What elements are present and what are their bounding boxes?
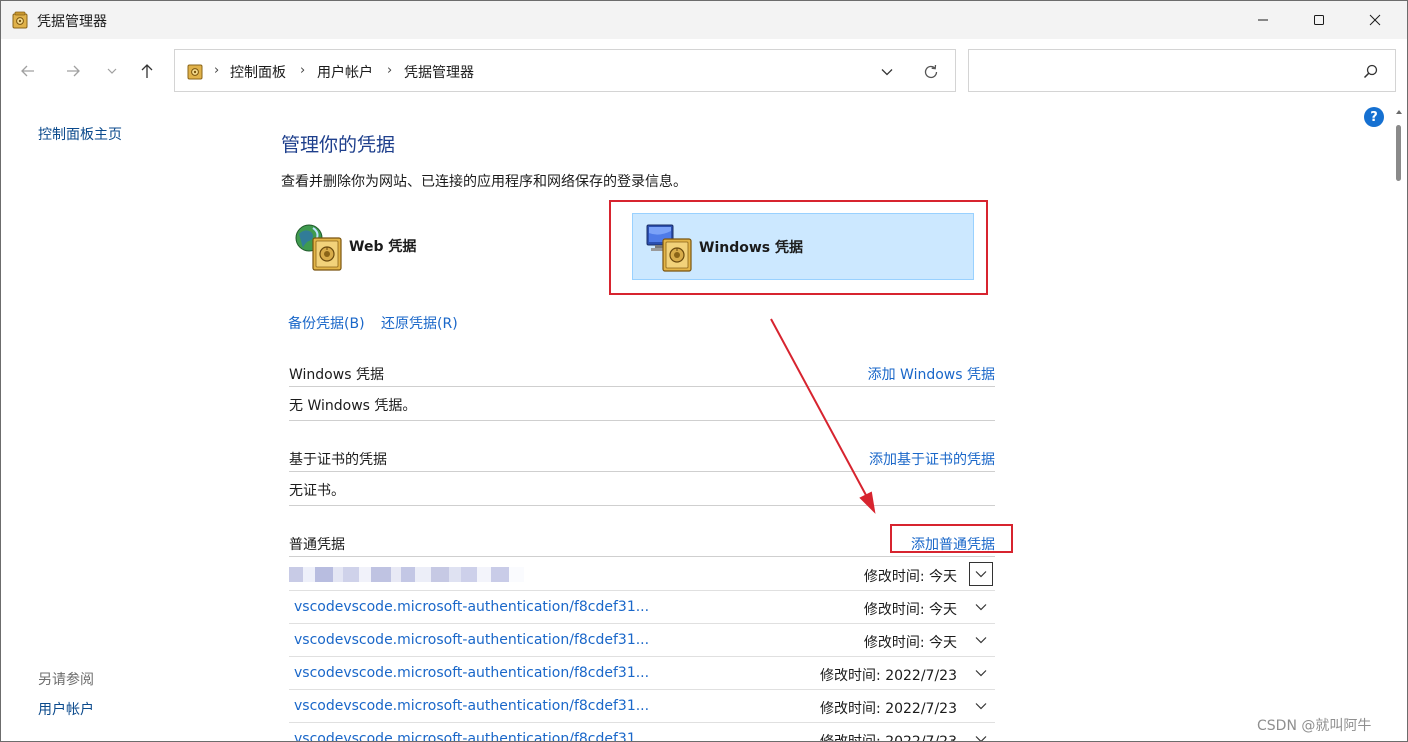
expand-credential-button[interactable]	[969, 661, 993, 685]
scroll-up-icon[interactable]	[1394, 107, 1404, 117]
credential-name[interactable]: vscodevscode.microsoft-authentication/f8…	[294, 599, 649, 615]
chevron-down-icon	[975, 703, 987, 710]
arrow-left-icon	[21, 65, 34, 77]
maximize-button[interactable]	[1296, 1, 1342, 39]
credential-row[interactable]: vscodevscode.microsoft-authentication/f8…	[289, 657, 995, 690]
back-button[interactable]	[14, 57, 42, 85]
navigation-bar: › 控制面板 › 用户帐户 › 凭据管理器	[1, 39, 1407, 103]
expand-credential-button[interactable]	[969, 694, 993, 718]
credential-row[interactable]: vscodevscode.microsoft-authentication/f8…	[289, 591, 995, 624]
chevron-down-icon	[975, 736, 987, 741]
window-title: 凭据管理器	[37, 14, 107, 30]
address-history-button[interactable]	[875, 60, 899, 84]
close-button[interactable]	[1352, 1, 1398, 39]
search-box[interactable]	[968, 49, 1396, 92]
control-panel-icon	[187, 64, 203, 80]
credential-modified-date: 修改时间: 今天	[863, 635, 957, 651]
credential-modified-date: 修改时间: 2022/7/23	[820, 668, 957, 684]
up-button[interactable]	[133, 57, 161, 85]
minimize-icon	[1258, 19, 1268, 21]
expand-credential-button[interactable]	[969, 727, 993, 741]
address-bar[interactable]: › 控制面板 › 用户帐户 › 凭据管理器	[174, 49, 956, 92]
chevron-down-icon	[107, 68, 117, 74]
expand-credential-button[interactable]	[969, 628, 993, 652]
generic-credentials-section-header: 普通凭据 添加普通凭据	[289, 527, 995, 557]
windows-credentials-section-header: Windows 凭据 添加 Windows 凭据	[289, 357, 995, 387]
windows-credentials-section-title: Windows 凭据	[289, 367, 384, 383]
arrow-right-icon	[67, 65, 80, 77]
title-bar: 凭据管理器	[1, 1, 1407, 39]
breadcrumb-control-panel[interactable]: 控制面板	[230, 62, 286, 82]
search-icon	[1363, 64, 1378, 79]
page-title: 管理你的凭据	[281, 134, 396, 156]
chevron-down-icon	[975, 637, 987, 644]
redacted-credential-name	[289, 567, 534, 582]
watermark: CSDN @就叫阿牛	[1257, 718, 1372, 734]
credential-row[interactable]: vscodevscode.microsoft-authentication/f8…	[289, 723, 995, 742]
credential-name[interactable]: vscodevscode.microsoft-authentication/f8…	[294, 698, 649, 714]
credential-modified-date: 修改时间: 2022/7/23	[820, 734, 957, 742]
expand-credential-button[interactable]	[969, 595, 993, 619]
web-credentials-icon	[295, 224, 342, 271]
credential-row[interactable]: vscodevscode.microsoft-authentication/f8…	[289, 624, 995, 657]
close-icon	[1369, 14, 1381, 26]
credential-name[interactable]: vscodevscode.microsoft-authentication/f8…	[294, 665, 649, 681]
refresh-icon	[924, 64, 938, 79]
forward-button[interactable]	[59, 57, 87, 85]
chevron-down-icon	[881, 69, 893, 76]
recent-locations-button[interactable]	[98, 57, 126, 85]
credential-row[interactable]: 修改时间: 今天	[289, 558, 995, 591]
credential-modified-date: 修改时间: 2022/7/23	[820, 701, 957, 717]
annotation-highlight-windows-tile	[609, 200, 988, 295]
breadcrumb-credential-manager[interactable]: 凭据管理器	[404, 62, 474, 82]
credential-manager-app-icon	[12, 11, 28, 29]
credential-row[interactable]: vscodevscode.microsoft-authentication/f8…	[289, 690, 995, 723]
add-windows-credential-link[interactable]: 添加 Windows 凭据	[868, 364, 995, 384]
minimize-button[interactable]	[1240, 1, 1286, 39]
main-content: ? 管理你的凭据 查看并删除你为网站、已连接的应用程序和网络保存的登录信息。 W…	[1, 103, 1391, 742]
credential-name[interactable]: vscodevscode.microsoft-authentication/f8…	[294, 632, 649, 648]
credential-manager-window: 凭据管理器 › 控制面板 › 用户帐户 › 凭据管理器 控制面板主页 另请参阅 …	[0, 0, 1408, 742]
web-credentials-tile[interactable]: Web 凭据	[291, 213, 591, 279]
credential-modified-date: 修改时间: 今天	[863, 602, 957, 618]
chevron-down-icon	[975, 670, 987, 677]
vertical-scrollbar[interactable]	[1390, 103, 1407, 741]
windows-credentials-empty-text: 无 Windows 凭据。	[289, 388, 995, 421]
chevron-right-icon: ›	[214, 63, 220, 78]
refresh-button[interactable]	[919, 60, 943, 84]
add-certificate-credential-link[interactable]: 添加基于证书的凭据	[869, 449, 995, 469]
chevron-down-icon	[975, 604, 987, 611]
maximize-icon	[1314, 15, 1324, 25]
credential-name[interactable]: vscodevscode.microsoft-authentication/f8…	[294, 731, 649, 741]
certificate-credentials-empty-text: 无证书。	[289, 473, 995, 506]
expand-credential-button[interactable]	[969, 562, 993, 586]
page-description: 查看并删除你为网站、已连接的应用程序和网络保存的登录信息。	[281, 174, 687, 190]
breadcrumb-user-accounts[interactable]: 用户帐户	[317, 62, 373, 82]
arrow-up-icon	[141, 64, 153, 78]
generic-credentials-section-title: 普通凭据	[289, 537, 345, 553]
help-icon[interactable]: ?	[1364, 107, 1384, 127]
web-credentials-label: Web 凭据	[349, 239, 417, 255]
chevron-right-icon: ›	[387, 63, 393, 78]
credential-modified-date: 修改时间: 今天	[863, 569, 957, 585]
certificate-credentials-section-title: 基于证书的凭据	[289, 452, 387, 468]
chevron-right-icon: ›	[300, 63, 306, 78]
scrollbar-thumb[interactable]	[1396, 125, 1401, 181]
backup-credentials-link[interactable]: 备份凭据(B)	[288, 313, 365, 333]
add-generic-credential-link[interactable]: 添加普通凭据	[911, 534, 995, 554]
certificate-credentials-section-header: 基于证书的凭据 添加基于证书的凭据	[289, 442, 995, 472]
chevron-down-icon	[975, 571, 987, 578]
restore-credentials-link[interactable]: 还原凭据(R)	[381, 313, 458, 333]
